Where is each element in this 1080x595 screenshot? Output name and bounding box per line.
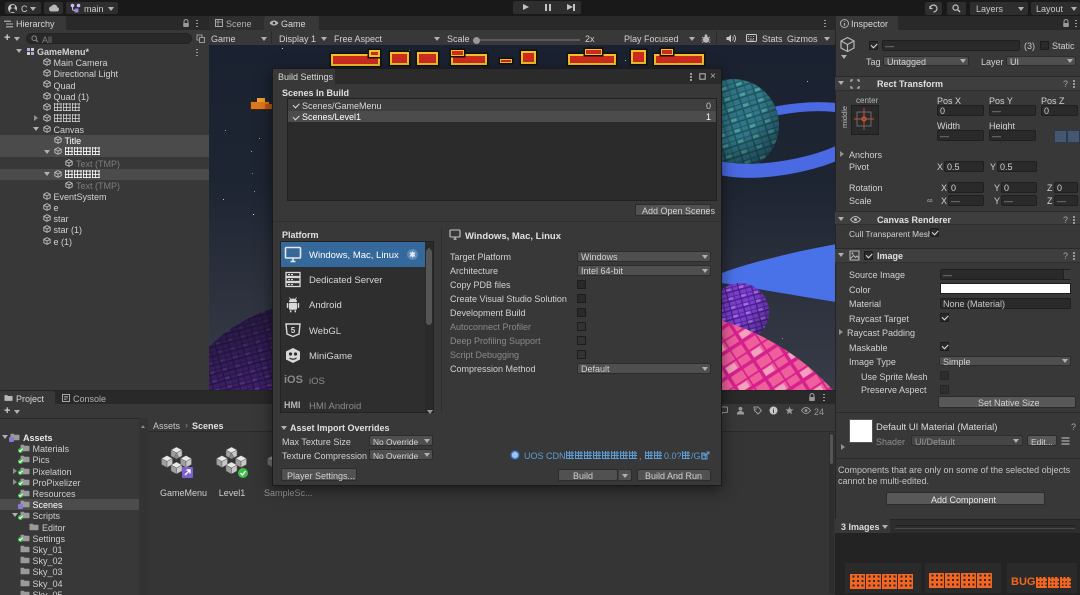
- svg-text:i: i: [773, 408, 775, 415]
- svg-text:5: 5: [291, 326, 296, 335]
